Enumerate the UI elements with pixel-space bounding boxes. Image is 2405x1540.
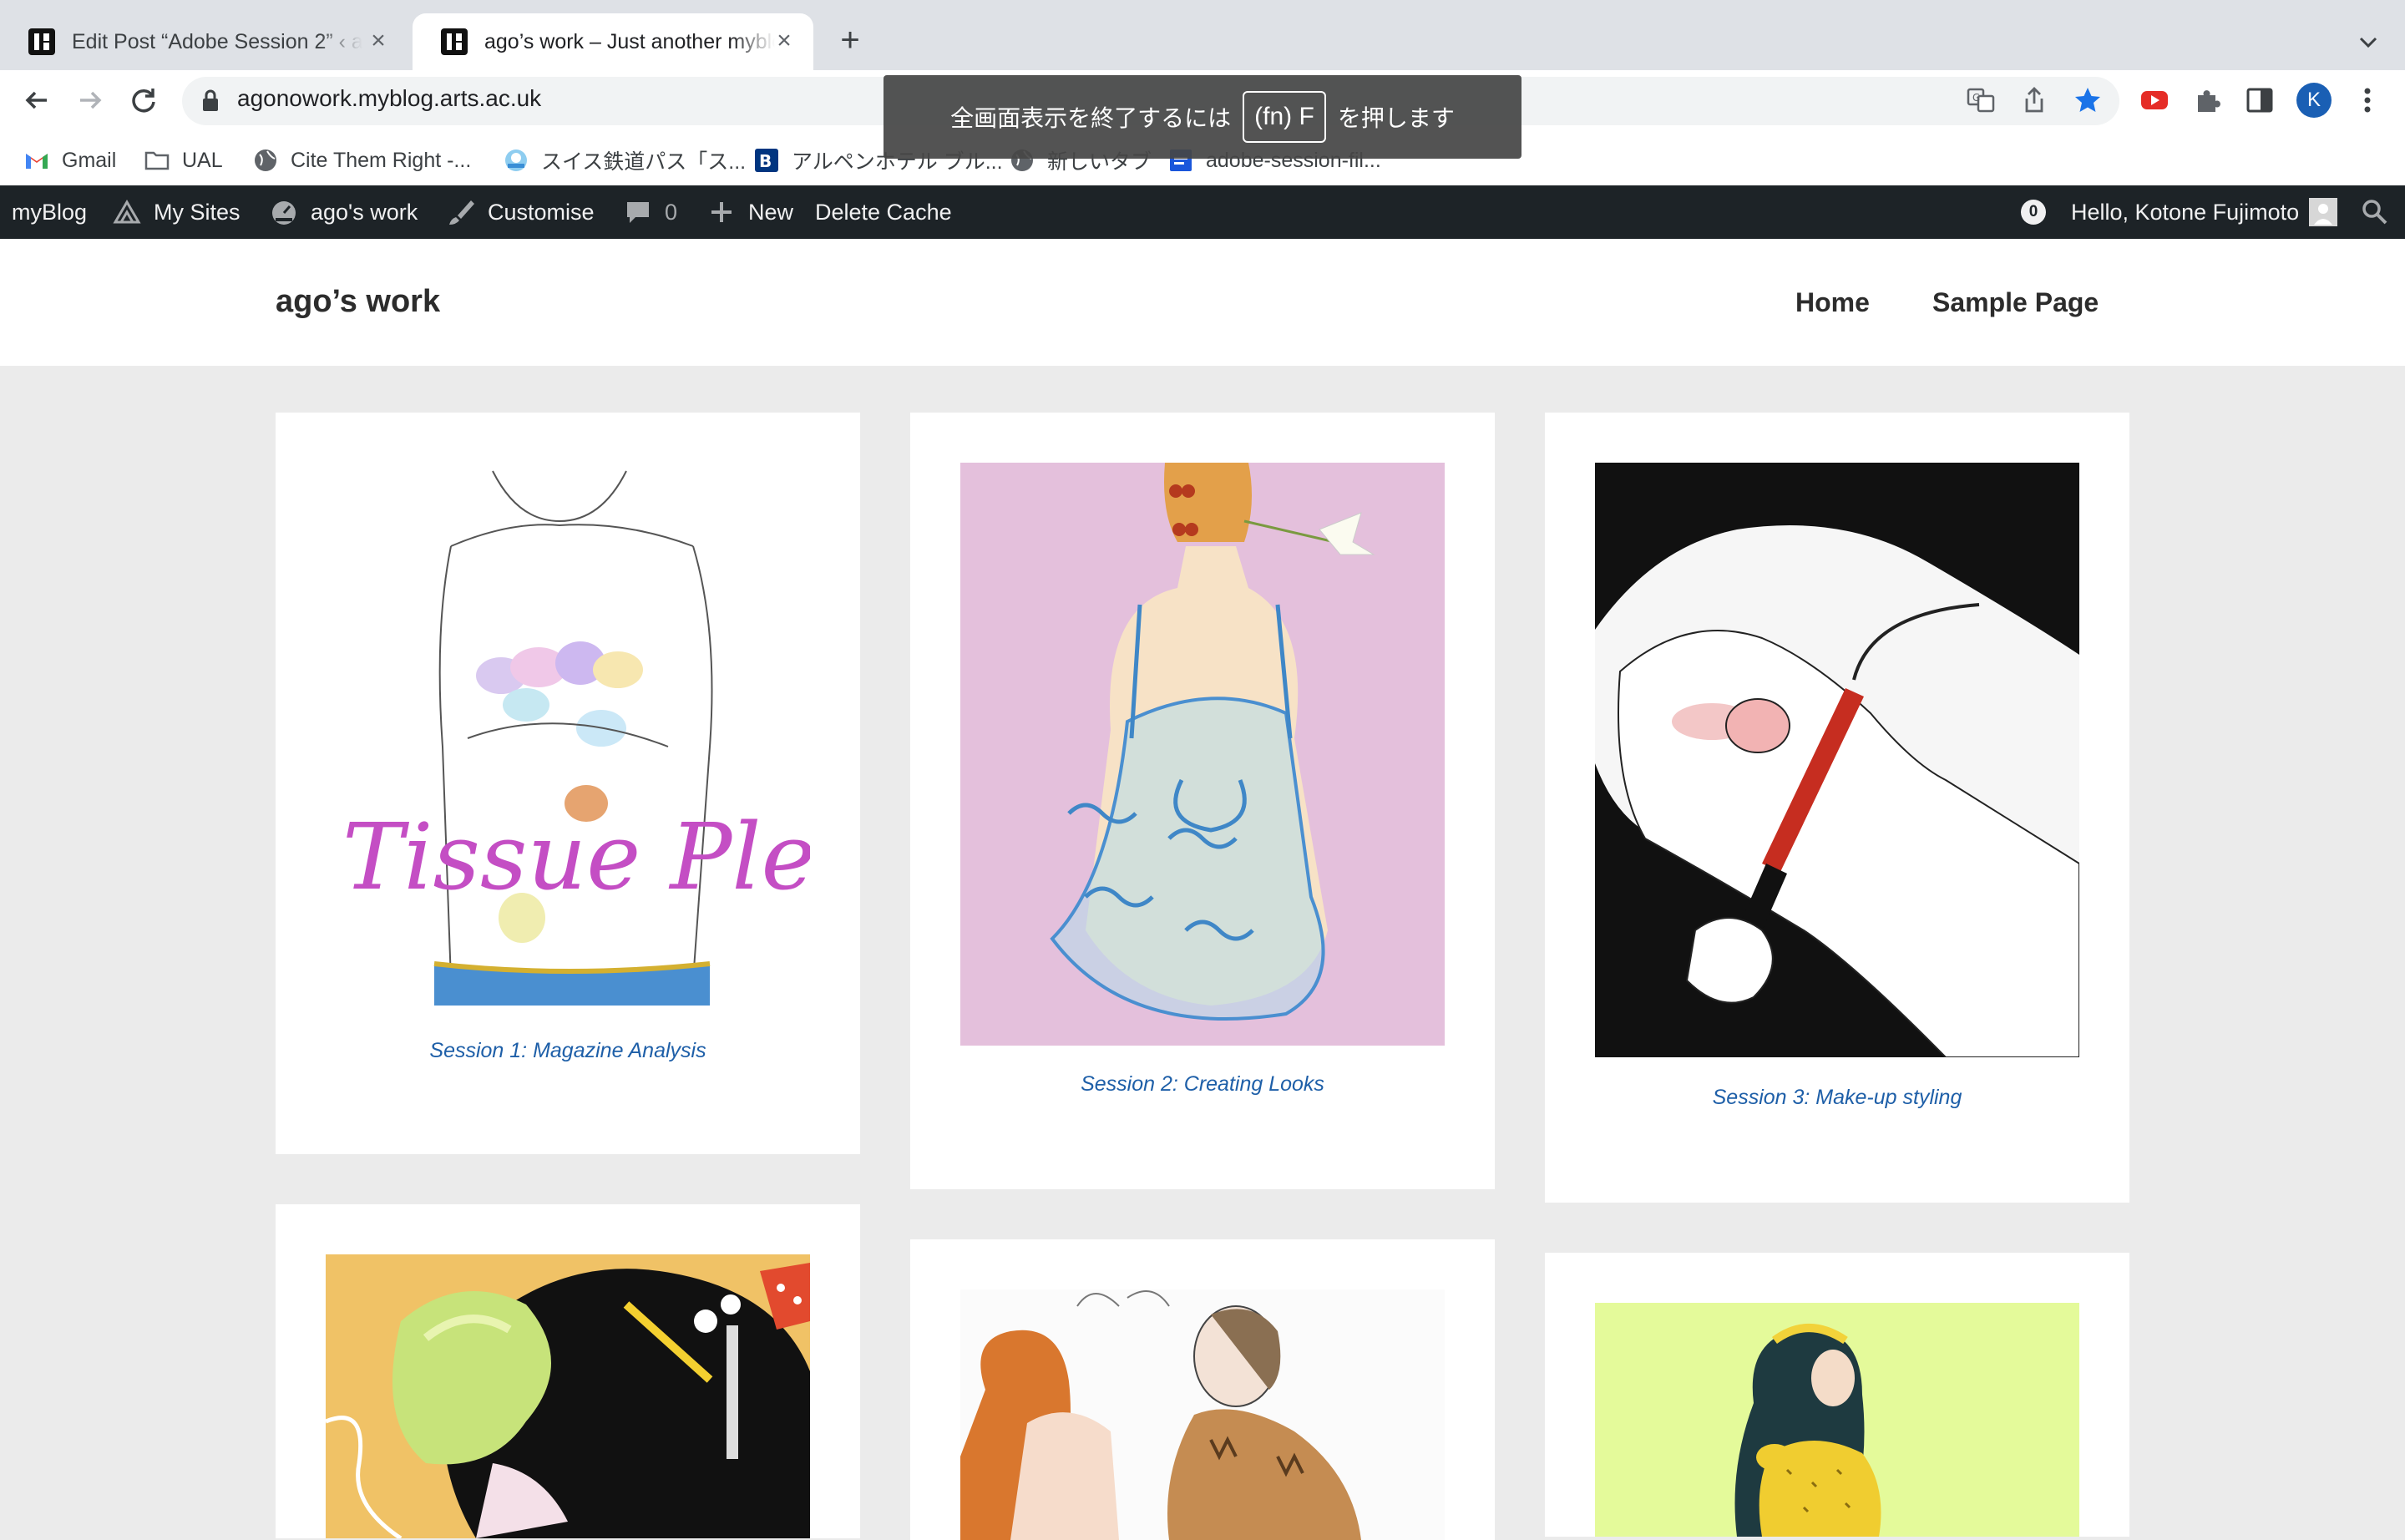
search-icon	[2362, 200, 2387, 225]
adminbar-delete-cache[interactable]: Delete Cache	[815, 185, 952, 239]
dashboard-gauge-icon	[272, 201, 296, 225]
close-tab-icon[interactable]: ×	[772, 28, 797, 53]
adminbar-my-sites-label: My Sites	[154, 199, 240, 225]
bookmark-gmail[interactable]: Gmail	[23, 144, 116, 177]
illustration-back-view-woman	[960, 463, 1445, 1046]
illustration-lipstick	[1595, 463, 2079, 1057]
globe-blue-icon	[505, 149, 527, 171]
adminbar-greeting: Hello, Kotone Fujimoto	[2071, 199, 2300, 225]
nav-sample-page[interactable]: Sample Page	[1932, 287, 2099, 318]
adminbar-account[interactable]: Hello, Kotone Fujimoto	[2071, 185, 2338, 239]
post-caption-link[interactable]: Session 3: Make-up styling	[1545, 1086, 2129, 1110]
booking-icon: B	[755, 149, 778, 172]
tab-agos-work[interactable]: ago’s work – Just another myblog ×	[413, 13, 813, 70]
adminbar-search[interactable]	[2360, 185, 2402, 239]
bookmark-label: Cite Them Right -...	[291, 148, 472, 172]
adminbar-notifications[interactable]: 0	[2021, 185, 2046, 239]
adminbar-comment-count: 0	[665, 199, 678, 225]
illustration-two-women	[960, 1289, 1445, 1540]
post-thumbnail[interactable]: Tissue Please	[326, 463, 810, 1009]
back-arrow-icon[interactable]	[18, 82, 55, 119]
globe-icon	[255, 149, 276, 171]
post-thumbnail[interactable]	[960, 1289, 1445, 1540]
my-sites-icon	[113, 200, 141, 224]
post-card[interactable]: Session 3: Make-up styling	[1545, 413, 2129, 1203]
tab-edit-post[interactable]: Edit Post “Adobe Session 2” ‹ ago’s work…	[0, 13, 408, 70]
post-thumbnail[interactable]	[1595, 1303, 2079, 1537]
forward-arrow-icon[interactable]	[72, 82, 109, 119]
bookmark-swiss-rail[interactable]: スイス鉄道パス「ス...	[503, 144, 746, 177]
lock-icon[interactable]	[202, 89, 219, 112]
post-thumbnail[interactable]	[960, 463, 1445, 1046]
post-card[interactable]	[910, 1239, 1495, 1540]
share-icon[interactable]	[2019, 85, 2049, 115]
site-favicon-icon	[441, 28, 468, 55]
post-card[interactable]: Session 2: Creating Looks	[910, 413, 1495, 1189]
new-tab-icon[interactable]: +	[833, 22, 867, 58]
bookmark-label: Gmail	[62, 148, 117, 172]
translate-icon[interactable]: G	[1966, 85, 1996, 115]
nav-home[interactable]: Home	[1795, 287, 1870, 318]
adminbar-delete-cache-label: Delete Cache	[815, 199, 952, 225]
notification-count-badge: 0	[2021, 200, 2046, 225]
profile-avatar[interactable]: K	[2296, 83, 2332, 118]
art-handwritten-text: Tissue Please	[342, 803, 810, 910]
paintbrush-icon	[449, 200, 474, 225]
adminbar-comments[interactable]: 0	[623, 185, 677, 239]
tab-title: ago’s work – Just another myblog	[484, 29, 775, 53]
post-card[interactable]	[276, 1204, 860, 1538]
fullscreen-exit-toast: 全画面表示を終了するには (fn) F を押します	[884, 75, 1521, 159]
wp-admin-bar: myBlog My Sites ago's work Customise 0 N…	[0, 185, 2405, 239]
bookmark-label: UAL	[182, 148, 223, 172]
illustration-geisha	[326, 1254, 810, 1538]
user-avatar-icon	[2309, 198, 2338, 226]
illustration-tissue-please: Tissue Please	[326, 463, 810, 1009]
toast-key: (fn) F	[1243, 91, 1326, 143]
svg-text:B: B	[759, 151, 772, 171]
toast-text-before: 全画面表示を終了するには	[950, 105, 1232, 131]
more-menu-icon[interactable]	[2355, 84, 2380, 117]
toast-text-after: を押します	[1337, 105, 1455, 131]
folder-icon	[144, 151, 170, 170]
tab-title: Edit Post “Adobe Session 2” ‹ ago’s work	[72, 29, 362, 53]
adminbar-customise[interactable]: Customise	[446, 185, 595, 239]
post-thumbnail[interactable]	[326, 1254, 810, 1538]
adminbar-site-name[interactable]: ago's work	[269, 185, 418, 239]
bookmark-cite-them-right[interactable]: Cite Them Right -...	[252, 144, 471, 177]
side-panel-icon[interactable]	[2243, 84, 2276, 117]
post-caption-link[interactable]: Session 1: Magazine Analysis	[276, 1039, 860, 1063]
adminbar-new[interactable]: New	[706, 185, 793, 239]
browser-tab-strip: Edit Post “Adobe Session 2” ‹ ago’s work…	[0, 0, 2405, 70]
adminbar-my-sites[interactable]: My Sites	[112, 185, 240, 239]
post-card[interactable]	[1545, 1253, 2129, 1537]
url-text[interactable]: agonowork.myblog.arts.ac.uk	[237, 85, 541, 112]
post-thumbnail[interactable]	[1595, 463, 2079, 1057]
reload-icon[interactable]	[125, 82, 162, 119]
gmail-icon	[26, 154, 48, 169]
bookmark-label: スイス鉄道パス「ス...	[541, 150, 747, 174]
adminbar-myblog[interactable]: myBlog	[12, 185, 87, 239]
close-tab-icon[interactable]: ×	[366, 28, 391, 53]
site-title[interactable]: ago’s work	[276, 284, 440, 320]
puzzle-extensions-icon[interactable]	[2191, 84, 2225, 117]
youtube-extension-icon[interactable]	[2138, 84, 2171, 117]
plus-icon	[711, 202, 732, 222]
adminbar-site-label: ago's work	[311, 199, 418, 225]
svg-text:G: G	[1972, 92, 1980, 104]
chevron-down-icon[interactable]	[2353, 27, 2383, 57]
illustration-yellow-dress-girl	[1595, 1303, 2079, 1537]
bookmark-star-icon[interactable]	[2073, 85, 2103, 115]
post-caption-link[interactable]: Session 2: Creating Looks	[910, 1072, 1495, 1097]
bookmark-ual[interactable]: UAL	[144, 144, 223, 177]
adminbar-myblog-label: myBlog	[12, 199, 88, 225]
post-card[interactable]: Tissue Please Session 1: Magazine Analys…	[276, 413, 860, 1154]
site-favicon-icon	[28, 28, 55, 55]
comment-bubble-icon	[627, 202, 649, 223]
adminbar-customise-label: Customise	[488, 199, 595, 225]
adminbar-new-label: New	[748, 199, 794, 225]
